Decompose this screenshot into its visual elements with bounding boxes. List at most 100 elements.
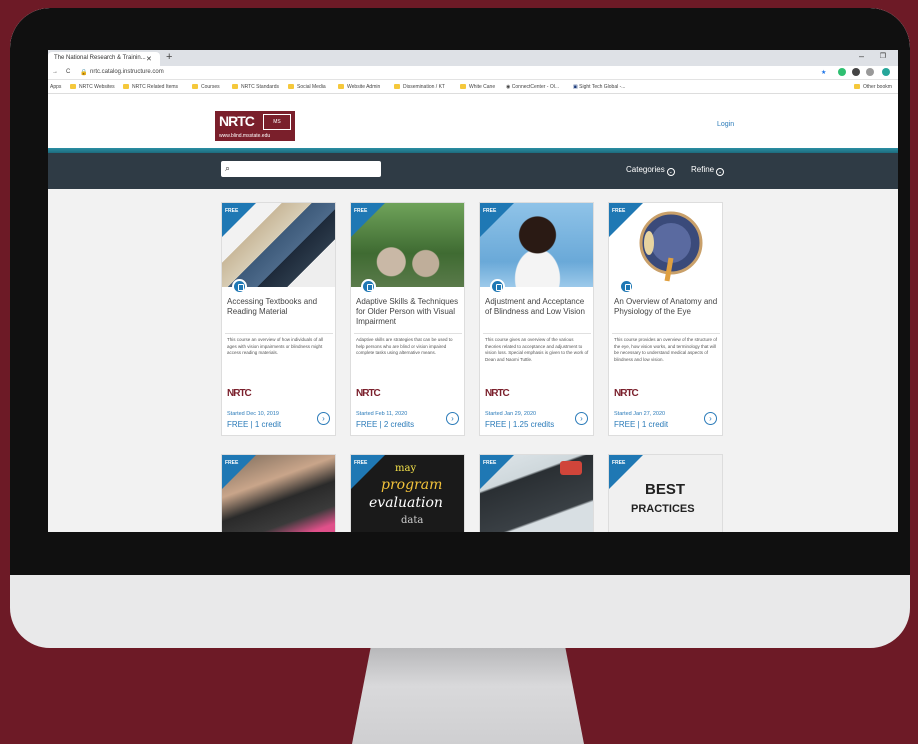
bookmark[interactable]: NRTC Related Items	[123, 84, 178, 90]
course-title[interactable]: Adaptive Skills & Techniques for Older P…	[356, 297, 464, 327]
course-card[interactable]: FREE Accessing Textbooks and Reading Mat…	[221, 202, 336, 436]
course-card[interactable]: FREE	[479, 454, 594, 532]
course-start-date: Started Jan 29, 2020	[485, 411, 537, 417]
login-link[interactable]: Login	[717, 121, 734, 128]
bookmarks-bar: Apps NRTC Websites NRTC Related Items Co…	[48, 80, 898, 94]
course-price: FREE | 1 credit	[227, 420, 282, 429]
arrow-right-icon[interactable]: ›	[446, 412, 459, 425]
chevron-down-icon: ⌄	[666, 168, 675, 176]
extension-icon[interactable]	[852, 68, 860, 76]
tab-bar: The National Research & Trainin... ✕ + –…	[48, 50, 898, 66]
course-price: FREE | 2 credits	[356, 420, 415, 429]
folder-icon	[288, 84, 294, 89]
tab-title: The National Research & Trainin...	[54, 55, 146, 61]
arrow-right-icon[interactable]: ›	[317, 412, 330, 425]
image-word: program	[381, 477, 443, 493]
course-card[interactable]: FREE	[221, 454, 336, 532]
browser-tab[interactable]: The National Research & Trainin... ✕	[48, 52, 160, 66]
minimize-icon[interactable]: –	[859, 51, 864, 61]
star-icon[interactable]: ★	[821, 69, 826, 76]
monitor: The National Research & Trainin... ✕ + –…	[10, 8, 910, 648]
image-word: evaluation	[369, 495, 443, 511]
tab-close-icon[interactable]: ✕	[146, 55, 152, 63]
search-input[interactable]: ⌕	[221, 161, 381, 177]
bookmark[interactable]: Website Admin	[338, 84, 380, 90]
bookmark[interactable]: NRTC Standards	[232, 84, 279, 90]
course-icon	[361, 279, 376, 294]
course-title[interactable]: Adjustment and Acceptance of Blindness a…	[485, 297, 593, 317]
free-badge: FREE	[354, 460, 368, 466]
free-badge: FREE	[225, 208, 239, 214]
arrow-right-icon[interactable]: ›	[575, 412, 588, 425]
magnifier-device	[560, 461, 582, 475]
bookmark[interactable]: Social Media	[288, 84, 326, 90]
folder-icon	[192, 84, 198, 89]
course-icon	[490, 279, 505, 294]
nrtc-org-logo: NRTC	[356, 388, 381, 399]
bookmark[interactable]: NRTC Websites	[70, 84, 115, 90]
bookmark[interactable]: ◉ ConnectCenter - Ol...	[506, 84, 559, 90]
back-icon[interactable]: →	[52, 69, 58, 75]
course-start-date: Started Dec 10, 2019	[227, 411, 279, 417]
image-word: may	[395, 463, 417, 474]
restore-icon[interactable]: ❐	[880, 52, 886, 60]
course-card[interactable]: FREE Adaptive Skills & Techniques for Ol…	[350, 202, 465, 436]
image-word: data	[401, 515, 424, 526]
course-description: This course provides an overview of the …	[614, 337, 718, 362]
course-title[interactable]: An Overview of Anatomy and Physiology of…	[614, 297, 722, 317]
course-description: This course an overview of how individua…	[227, 337, 324, 355]
monitor-stand	[352, 648, 584, 744]
course-price: FREE | 1.25 credits	[485, 420, 555, 429]
folder-icon	[338, 84, 344, 89]
nrtc-org-logo: NRTC	[485, 388, 510, 399]
bookmark-apps[interactable]: Apps	[50, 84, 61, 90]
catalog-nav: ⌕ Categories ⌄ Refine ⌄	[48, 153, 898, 189]
folder-icon	[854, 84, 860, 89]
course-icon	[619, 279, 634, 294]
course-start-date: Started Jan 27, 2020	[614, 411, 666, 417]
free-badge: FREE	[354, 208, 368, 214]
url-field[interactable]: nrtc.catalog.instructure.com	[90, 69, 164, 75]
image-word: BEST	[645, 481, 686, 498]
arrow-right-icon[interactable]: ›	[704, 412, 717, 425]
course-description: Adaptive skills are strategies that can …	[356, 337, 453, 355]
course-card[interactable]: FREE Adjustment and Acceptance of Blindn…	[479, 202, 594, 436]
divider	[612, 333, 720, 334]
refine-dropdown[interactable]: Refine ⌄	[691, 165, 725, 176]
course-icon	[232, 279, 247, 294]
new-tab-icon[interactable]: +	[166, 51, 172, 63]
course-card[interactable]: BEST PRACTICES FREE	[608, 454, 723, 532]
image-word: PRACTICES	[631, 503, 695, 515]
extension-icon[interactable]	[838, 68, 846, 76]
bookmark-other[interactable]: Other bookm	[854, 84, 892, 90]
course-card[interactable]: may program evaluation data FREE	[350, 454, 465, 532]
bookmark[interactable]: Dissemination / KT	[394, 84, 445, 90]
folder-icon	[123, 84, 129, 89]
nrtc-org-logo: NRTC	[227, 388, 252, 399]
bookmark[interactable]: White Cane	[460, 84, 495, 90]
course-start-date: Started Feb 11, 2020	[356, 411, 408, 417]
bookmark[interactable]: ▣ Sight Tech Global -...	[573, 84, 625, 90]
free-badge: FREE	[612, 460, 626, 466]
free-badge: FREE	[483, 208, 497, 214]
browser-window: The National Research & Trainin... ✕ + –…	[48, 50, 898, 532]
course-card[interactable]: FREE An Overview of Anatomy and Physiolo…	[608, 202, 723, 436]
address-bar: → C 🔒 nrtc.catalog.instructure.com ★	[48, 66, 898, 80]
search-icon: ⌕	[225, 163, 231, 173]
bookmark[interactable]: Courses	[192, 84, 220, 90]
divider	[225, 333, 333, 334]
reload-icon[interactable]: C	[66, 69, 70, 75]
profile-avatar[interactable]	[882, 68, 890, 76]
course-description: This course gives an overview of the var…	[485, 337, 589, 362]
course-price: FREE | 1 credit	[614, 420, 669, 429]
folder-icon	[70, 84, 76, 89]
categories-dropdown[interactable]: Categories ⌄	[626, 165, 675, 176]
free-badge: FREE	[612, 208, 626, 214]
chevron-down-icon: ⌄	[716, 168, 725, 176]
logo-url: www.blind.msstate.edu	[219, 133, 271, 139]
course-title[interactable]: Accessing Textbooks and Reading Material	[227, 297, 335, 317]
extension-icon[interactable]	[866, 68, 874, 76]
divider	[483, 333, 591, 334]
logo-text: NRTC	[219, 113, 255, 129]
nrtc-logo[interactable]: NRTC MS www.blind.msstate.edu	[215, 111, 295, 141]
